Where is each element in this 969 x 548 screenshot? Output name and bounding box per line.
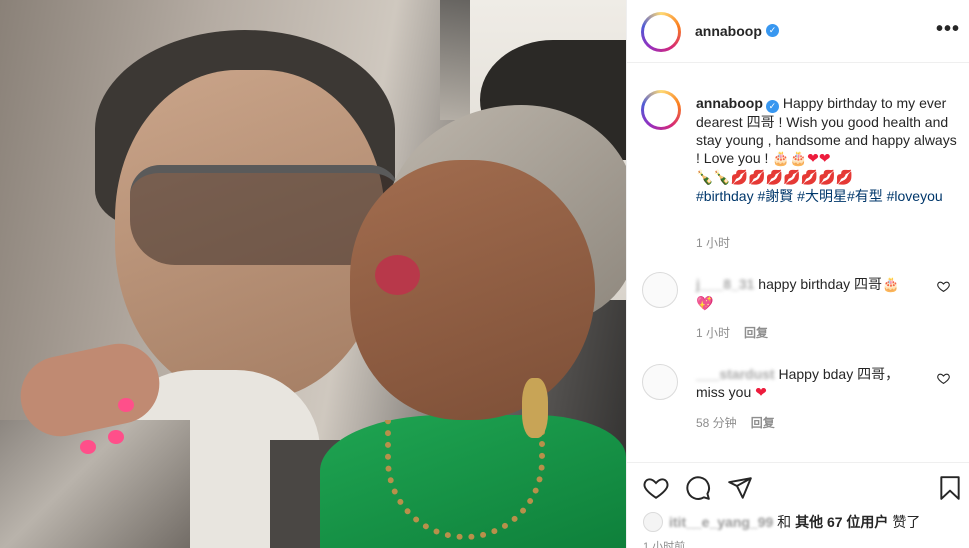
post-photo[interactable] xyxy=(0,0,626,548)
comment-like-icon[interactable] xyxy=(937,372,950,388)
comment-username[interactable]: ___stardust xyxy=(696,366,775,382)
post-side-panel: annaboop ✓ ••• annaboop ✓ Happy birthday t… xyxy=(626,0,969,548)
share-paper-plane-icon[interactable] xyxy=(727,475,753,501)
nail xyxy=(80,440,96,454)
caption-time[interactable]: 1 小时 xyxy=(696,234,730,251)
header-username[interactable]: annaboop xyxy=(695,23,762,39)
likes-others[interactable]: 其他 67 位用户 xyxy=(795,514,888,530)
man-jacket xyxy=(0,420,190,548)
post-timestamp[interactable]: 1 小时前 xyxy=(643,538,685,548)
comment-body: happy birthday 四哥 xyxy=(758,276,883,292)
liker-name[interactable]: itit__e_yang_99 xyxy=(669,514,773,530)
likes-summary[interactable]: itit__e_yang_99 和 其他 67 位用户 赞了 xyxy=(643,512,920,532)
reply-button[interactable]: 回复 xyxy=(744,326,768,340)
nail xyxy=(118,398,134,412)
sparkle-heart-emoji: 💖 xyxy=(696,296,714,312)
likes-and: 和 xyxy=(773,514,796,530)
comment-meta: 58 分钟 回复 xyxy=(696,414,789,431)
comment-bubble-icon[interactable] xyxy=(685,475,711,501)
verified-badge-icon: ✓ xyxy=(765,100,779,113)
comment-text: ___stardust Happy bday 四哥，miss you ❤ xyxy=(696,365,926,402)
cake-emoji: 🎂🎂 xyxy=(772,151,808,167)
hashtags[interactable]: #birthday #謝賢 #大明星#有型 #loveyou xyxy=(696,188,943,204)
comment-username[interactable]: j___8_31 xyxy=(696,276,754,292)
more-options-icon[interactable]: ••• xyxy=(936,18,960,41)
earring xyxy=(522,378,548,438)
cake-emoji: 🎂 xyxy=(882,277,900,293)
caption-username[interactable]: annaboop xyxy=(696,95,763,111)
comment-avatar[interactable] xyxy=(642,364,678,400)
nail xyxy=(108,430,124,444)
like-heart-icon[interactable] xyxy=(643,475,669,501)
comment-time[interactable]: 1 小时 xyxy=(696,326,730,340)
save-bookmark-icon[interactable] xyxy=(937,475,963,501)
reply-button[interactable]: 回复 xyxy=(751,416,775,430)
bottle-emoji: 🍾🍾 xyxy=(696,170,731,186)
avatar[interactable] xyxy=(641,12,681,52)
comment-meta: 1 小时 回复 xyxy=(696,324,782,341)
likes-suffix: 赞了 xyxy=(888,514,921,530)
comment-avatar[interactable] xyxy=(642,272,678,308)
liker-avatar xyxy=(643,512,663,532)
heart-emoji: ❤❤ xyxy=(807,151,831,167)
caption: annaboop ✓ Happy birthday to my ever deare… xyxy=(696,94,958,205)
heart-emoji: ❤ xyxy=(755,385,767,401)
post-header: annaboop ✓ ••• xyxy=(627,0,969,63)
kiss-emoji: 💋💋💋💋💋💋💋 xyxy=(730,170,853,186)
comment-time[interactable]: 58 分钟 xyxy=(696,416,737,430)
comment-like-icon[interactable] xyxy=(937,280,950,296)
action-bar xyxy=(627,462,969,512)
caption-avatar[interactable] xyxy=(641,90,681,130)
comment-text: j___8_31 happy birthday 四哥🎂 💖 xyxy=(696,275,926,313)
woman-lips xyxy=(375,255,420,295)
verified-badge-icon: ✓ xyxy=(766,24,779,37)
